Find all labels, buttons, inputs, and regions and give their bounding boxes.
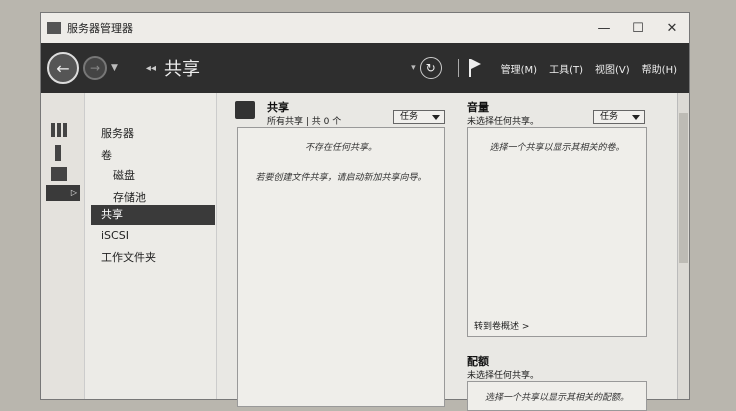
storage-nav: 服务器 卷 磁盘 存储池 共享 iSCSI 工作文件夹 xyxy=(85,93,217,399)
shares-title: 共享 xyxy=(267,101,289,114)
go-to-volumes-link[interactable]: 转到卷概述 > xyxy=(474,319,529,332)
nav-item-storage-pools[interactable]: 存储池 xyxy=(113,189,146,205)
nav-item-iscsi[interactable]: iSCSI xyxy=(101,229,129,242)
nav-item-servers[interactable]: 服务器 xyxy=(101,125,134,141)
nav-item-work-folders[interactable]: 工作文件夹 xyxy=(101,249,156,265)
volume-tasks-button[interactable]: 任务 xyxy=(593,110,645,124)
notifications-flag-icon[interactable] xyxy=(468,59,483,77)
history-dropdown-icon[interactable]: ▼ xyxy=(111,63,118,73)
shares-tasks-button[interactable]: 任务 xyxy=(393,110,445,124)
refresh-dropdown-icon[interactable]: ▾ xyxy=(411,63,416,73)
server-manager-icon xyxy=(47,22,61,34)
left-icon-bar: ▷ xyxy=(41,93,85,399)
scrollbar-thumb[interactable] xyxy=(679,113,688,263)
volume-panel: 选择一个共享以显示其相关的卷。 转到卷概述 > xyxy=(467,127,647,337)
window-title: 服务器管理器 xyxy=(67,22,133,35)
shares-subtitle: 所有共享 | 共 0 个 xyxy=(267,117,342,127)
file-storage-icon[interactable]: ▷ xyxy=(46,185,80,201)
content-area: 共享 所有共享 | 共 0 个 任务 不存在任何共享。 若要创建文件共享，请启动… xyxy=(217,93,689,411)
close-button[interactable]: ✕ xyxy=(655,21,689,36)
minimize-button[interactable]: — xyxy=(587,21,621,36)
refresh-icon[interactable]: ↻ xyxy=(419,57,442,79)
toolbar-divider xyxy=(457,59,459,77)
breadcrumb-current: 共享 xyxy=(163,59,200,80)
title-bar: 服务器管理器 — ☐ ✕ xyxy=(41,13,689,43)
all-servers-icon[interactable] xyxy=(51,167,67,181)
shares-hint-message: 若要创建文件共享，请启动新加共享向导。 xyxy=(255,173,427,183)
menu-help[interactable]: 帮助(H) xyxy=(642,61,677,76)
shares-list[interactable]: 不存在任何共享。 若要创建文件共享，请启动新加共享向导。 xyxy=(237,127,445,407)
quota-message: 选择一个共享以显示其相关的配额。 xyxy=(484,393,629,403)
nav-item-disks[interactable]: 磁盘 xyxy=(113,167,135,183)
server-manager-window: 服务器管理器 — ☐ ✕ ← → ▼ ◂◂ 共享 ▾ ↻ 管理(M) 工具(T)… xyxy=(40,12,690,411)
dashboard-icon[interactable] xyxy=(51,123,67,137)
quota-panel: 选择一个共享以显示其相关的配额。 xyxy=(467,381,647,411)
breadcrumb-chevron-icon[interactable]: ◂◂ xyxy=(146,63,156,74)
content-scrollbar[interactable] xyxy=(677,93,689,399)
volume-message: 选择一个共享以显示其相关的卷。 xyxy=(489,143,625,153)
nav-item-volumes[interactable]: 卷 xyxy=(101,147,112,163)
back-button[interactable]: ← xyxy=(47,52,79,84)
menu-manage[interactable]: 管理(M) xyxy=(501,61,537,76)
maximize-button[interactable]: ☐ xyxy=(621,21,655,36)
local-server-icon[interactable] xyxy=(55,145,61,161)
quota-subtitle: 未选择任何共享。 xyxy=(467,371,540,381)
breadcrumb: ◂◂ 共享 xyxy=(146,55,200,81)
menu-view[interactable]: 视图(V) xyxy=(595,61,630,76)
forward-button[interactable]: → xyxy=(83,56,107,80)
menu-tools[interactable]: 工具(T) xyxy=(549,61,583,76)
quota-title: 配额 xyxy=(467,355,489,368)
toolbar: ← → ▼ ◂◂ 共享 ▾ ↻ 管理(M) 工具(T) 视图(V) 帮助(H) xyxy=(41,43,689,93)
volume-subtitle: 未选择任何共享。 xyxy=(467,117,540,127)
volume-title: 音量 xyxy=(467,101,489,114)
shares-empty-message: 不存在任何共享。 xyxy=(304,143,377,153)
shares-icon xyxy=(235,101,255,119)
nav-item-shares[interactable]: 共享 xyxy=(91,205,215,225)
